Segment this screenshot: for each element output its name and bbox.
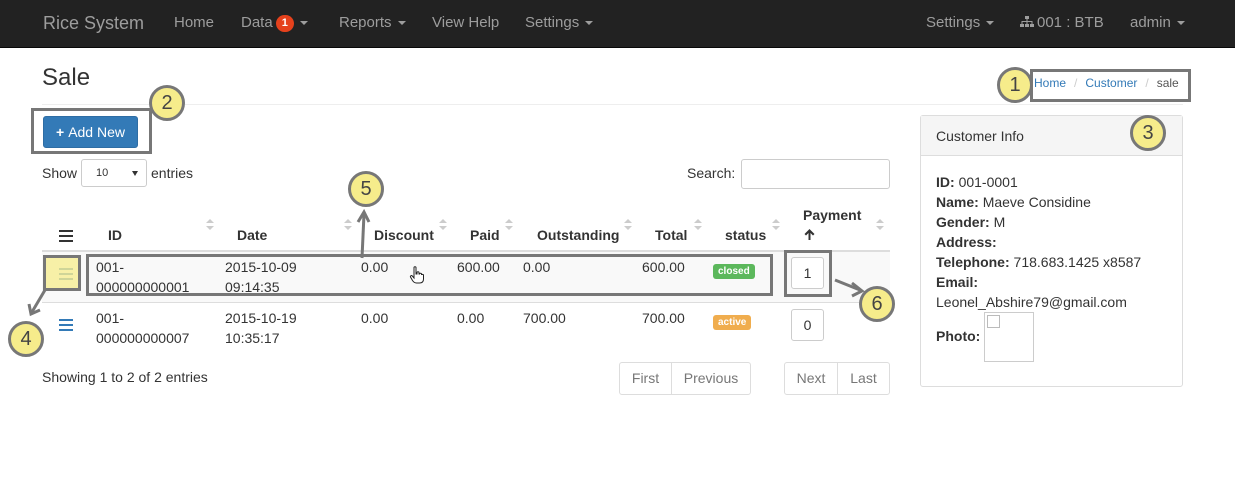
callout-6: 6 bbox=[859, 286, 895, 322]
callout-3: 3 bbox=[1130, 115, 1166, 151]
callout-4: 4 bbox=[8, 321, 44, 357]
callout-5: 5 bbox=[348, 171, 384, 207]
annotation-arrows bbox=[27, 208, 865, 317]
callout-1: 1 bbox=[997, 67, 1033, 103]
callout-2: 2 bbox=[149, 85, 185, 121]
